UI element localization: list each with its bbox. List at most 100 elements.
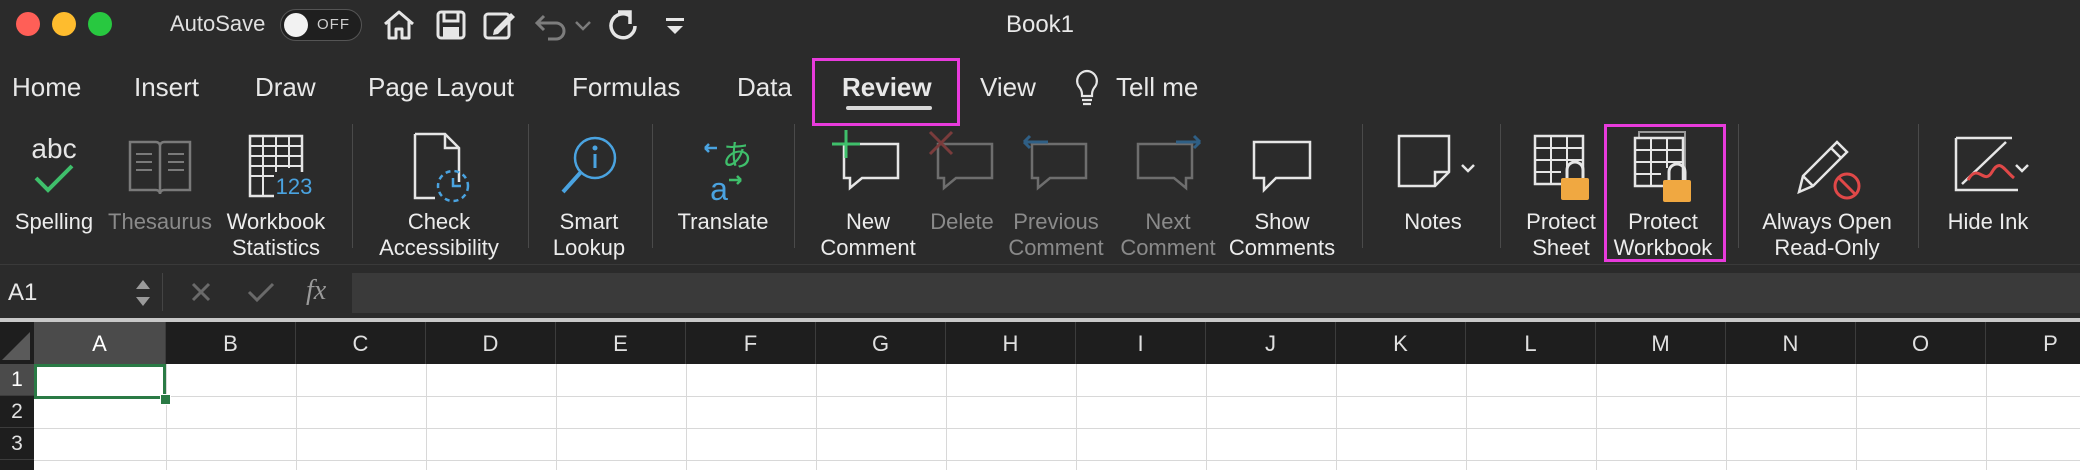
column-headers: A B C D E F G H I J K L M N O P — [0, 322, 2080, 364]
tab-draw[interactable]: Draw — [255, 72, 316, 103]
protect-sheet-label-1: Protect — [1526, 209, 1596, 234]
column-header-d[interactable]: D — [426, 322, 556, 364]
tell-me-search[interactable]: Tell me — [1116, 72, 1198, 103]
notes-label: Notes — [1404, 209, 1462, 234]
previous-comment-label-2: Comment — [1008, 235, 1104, 260]
column-header-i[interactable]: I — [1076, 322, 1206, 364]
tab-home[interactable]: Home — [12, 72, 81, 103]
column-header-h[interactable]: H — [946, 322, 1076, 364]
always-open-read-only-button[interactable]: Always Open Read-Only — [1752, 124, 1902, 264]
check-accessibility-icon — [413, 132, 470, 203]
new-comment-icon — [832, 130, 900, 191]
grid-line — [296, 364, 297, 470]
spelling-button[interactable]: abc Spelling — [4, 124, 104, 264]
next-comment-label-1: Next — [1145, 209, 1191, 234]
check-accessibility-button[interactable]: Check Accessibility — [364, 124, 514, 264]
smart-lookup-button[interactable]: Smart Lookup — [544, 124, 634, 264]
ribbon-separator — [1500, 124, 1501, 248]
grid-line — [1466, 364, 1467, 470]
workbook-statistics-icon: 123 — [248, 134, 314, 199]
cancel-entry-icon[interactable] — [188, 279, 214, 305]
show-comments-button[interactable]: Show Comments — [1226, 124, 1338, 264]
delete-comment-label: Delete — [930, 209, 994, 234]
protect-workbook-highlight — [1604, 124, 1726, 262]
tab-view[interactable]: View — [980, 72, 1036, 103]
column-header-l[interactable]: L — [1466, 322, 1596, 364]
column-header-j[interactable]: J — [1206, 322, 1336, 364]
select-all-icon[interactable] — [0, 322, 34, 364]
always-open-read-only-label-1: Always Open — [1762, 209, 1892, 234]
column-header-f[interactable]: F — [686, 322, 816, 364]
protect-sheet-button[interactable]: Protect Sheet — [1516, 124, 1606, 264]
workbook-statistics-label-1: Workbook — [226, 209, 326, 234]
check-accessibility-label-2: Accessibility — [379, 235, 499, 260]
new-comment-button[interactable]: New Comment — [820, 124, 916, 264]
review-ribbon: abc Spelling Thesaurus 123 Workbook Stat… — [0, 124, 2080, 264]
tab-insert[interactable]: Insert — [134, 72, 199, 103]
delete-comment-button[interactable]: Delete — [922, 124, 1002, 264]
grid-line — [1856, 364, 1857, 470]
notes-button[interactable]: Notes — [1388, 124, 1478, 264]
thesaurus-button[interactable]: Thesaurus — [104, 124, 216, 264]
smart-lookup-magnifier-icon — [561, 136, 617, 194]
hide-ink-label: Hide Ink — [1947, 209, 2029, 234]
column-header-n[interactable]: N — [1726, 322, 1856, 364]
fill-handle[interactable] — [160, 394, 171, 405]
review-tab-highlight — [812, 58, 960, 126]
column-header-g[interactable]: G — [816, 322, 946, 364]
ribbon-separator — [652, 124, 653, 248]
name-box[interactable]: A1 — [8, 279, 37, 307]
row-headers: 1 2 3 — [0, 364, 34, 470]
lightbulb-icon — [1076, 69, 1098, 106]
name-box-stepper-icon[interactable] — [132, 275, 154, 311]
confirm-entry-icon[interactable] — [246, 279, 276, 305]
formula-bar: A1 fx — [0, 264, 2080, 319]
grid-line — [816, 364, 817, 470]
formula-input[interactable] — [352, 273, 2080, 313]
grid-line — [34, 428, 2080, 429]
ribbon-separator — [352, 124, 353, 248]
tab-page-layout[interactable]: Page Layout — [368, 72, 514, 103]
column-header-m[interactable]: M — [1596, 322, 1726, 364]
column-header-p[interactable]: P — [1986, 322, 2080, 364]
ribbon-tabs: Home Insert Draw Page Layout Formulas Da… — [0, 52, 2080, 124]
workbook-statistics-label-2: Statistics — [231, 235, 321, 260]
workbook-statistics-button[interactable]: 123 Workbook Statistics — [216, 124, 336, 264]
svg-text:あ: あ — [722, 139, 752, 174]
next-comment-icon — [1136, 134, 1202, 191]
column-header-a[interactable]: A — [34, 322, 166, 364]
ribbon-separator — [1738, 124, 1739, 248]
row-header-3[interactable]: 3 — [0, 428, 34, 460]
column-header-b[interactable]: B — [166, 322, 296, 364]
grid-line — [426, 364, 427, 470]
hide-ink-dropdown-chevron-icon[interactable] — [2012, 158, 2032, 178]
column-header-e[interactable]: E — [556, 322, 686, 364]
smart-lookup-label-1: Smart — [559, 209, 619, 234]
ribbon-separator — [794, 124, 795, 248]
grid-line — [556, 364, 557, 470]
hide-ink-button[interactable]: Hide Ink — [1938, 124, 2038, 264]
notes-dropdown-chevron-icon[interactable] — [1458, 158, 1478, 178]
delete-comment-icon — [928, 130, 994, 191]
grid-line — [1596, 364, 1597, 470]
tab-data[interactable]: Data — [737, 72, 792, 103]
column-header-k[interactable]: K — [1336, 322, 1466, 364]
translate-button[interactable]: a あ Translate — [668, 124, 778, 264]
cell-grid[interactable] — [34, 364, 2080, 470]
column-header-o[interactable]: O — [1856, 322, 1986, 364]
ribbon-separator — [1362, 124, 1363, 248]
tab-formulas[interactable]: Formulas — [572, 72, 680, 103]
grid-line — [1336, 364, 1337, 470]
column-header-c[interactable]: C — [296, 322, 426, 364]
show-comments-label-2: Comments — [1228, 235, 1336, 260]
grid-line — [34, 460, 2080, 461]
row-header-2[interactable]: 2 — [0, 396, 34, 428]
row-header-1[interactable]: 1 — [0, 364, 34, 396]
ribbon-separator — [528, 124, 529, 248]
thesaurus-label: Thesaurus — [108, 209, 212, 234]
next-comment-button[interactable]: Next Comment — [1118, 124, 1218, 264]
protect-sheet-icon — [1533, 134, 1589, 200]
previous-comment-button[interactable]: Previous Comment — [1006, 124, 1106, 264]
function-insert-button[interactable]: fx — [306, 275, 326, 307]
active-cell-a1[interactable] — [34, 364, 166, 399]
